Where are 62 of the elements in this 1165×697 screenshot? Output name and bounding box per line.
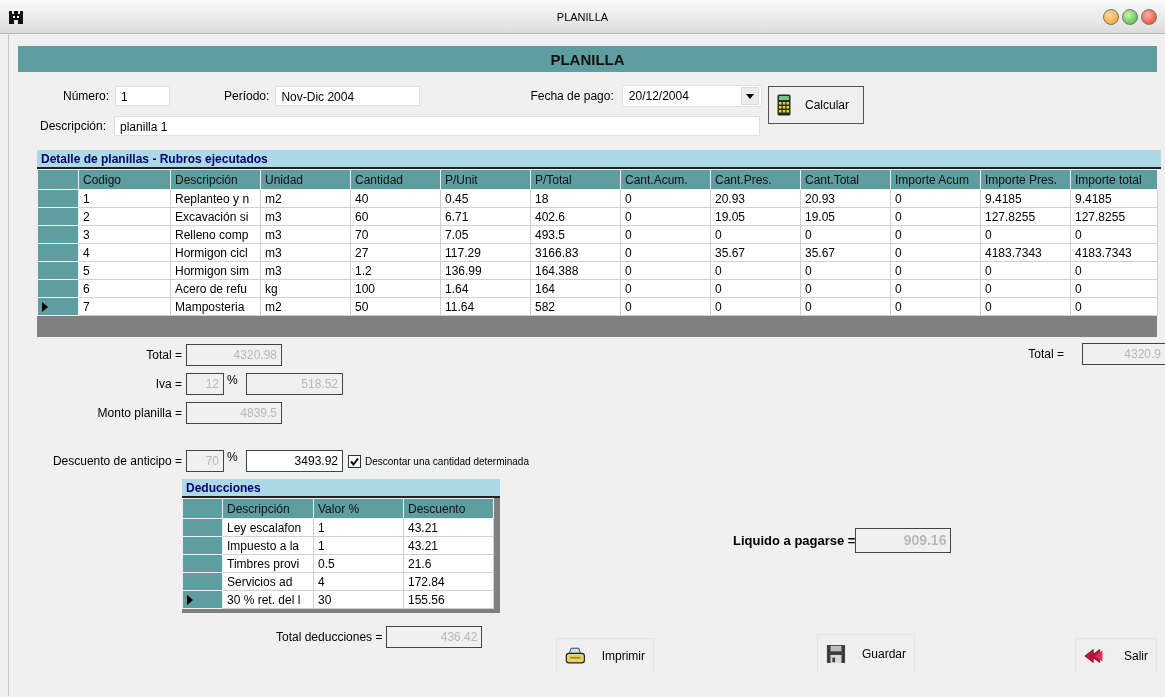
window-title: PLANILLA: [556, 10, 609, 23]
column-header[interactable]: Unidad: [260, 169, 351, 190]
column-header[interactable]: P/Total: [530, 169, 621, 190]
calcular-button[interactable]: Calcular: [768, 86, 864, 124]
field-label: Fecha de pago:: [530, 89, 614, 103]
field-label: Descuento de anticipo =: [51, 454, 183, 468]
input-field[interactable]: planilla 1: [114, 116, 761, 136]
input-field[interactable]: 3493.92: [246, 450, 343, 472]
column-header[interactable]: Cant.Acum.: [620, 169, 711, 190]
column-header[interactable]: Descuento: [403, 498, 494, 519]
input-field: 70: [186, 450, 224, 472]
castle-icon: [8, 8, 24, 25]
input-field: 4320.9: [1082, 343, 1165, 365]
field-label: Monto planilla =: [96, 406, 183, 420]
column-header[interactable]: Importe total: [1070, 169, 1158, 190]
calculator-icon: [777, 94, 791, 116]
input-field[interactable]: Nov-Dic 2004: [275, 86, 421, 106]
close-button[interactable]: [1141, 8, 1157, 25]
checkbox-label: Descontar una cantidad determinada: [365, 455, 529, 467]
form-title: PLANILLA: [550, 50, 625, 68]
input-field: 909.16: [855, 528, 952, 553]
column-header[interactable]: Importe Acum: [890, 169, 981, 190]
field-label: Total =: [1028, 347, 1064, 361]
row-header: [37, 169, 79, 190]
input-field: 12: [186, 373, 224, 395]
current-row-icon: [187, 595, 193, 606]
column-header[interactable]: Descripción: [170, 169, 261, 190]
checkbox[interactable]: [348, 454, 361, 468]
column-header[interactable]: Cant.Total: [800, 169, 891, 190]
section-title: Deducciones: [186, 480, 261, 495]
column-header[interactable]: Codigo: [78, 169, 171, 190]
section-title: Detalle de planillas - Rubros ejecutados: [41, 151, 268, 166]
date-dropdown[interactable]: 20/12/2004: [621, 85, 762, 107]
field-label: Total deducciones =: [276, 630, 384, 644]
input-field: 4320.98: [186, 344, 282, 366]
column-header[interactable]: Cantidad: [350, 169, 441, 190]
print-button[interactable]: Imprimir: [556, 638, 654, 672]
field-label: Liquido a pagarse =: [733, 533, 856, 548]
field-label: Período:: [224, 89, 270, 103]
percent-sign: %: [226, 373, 239, 387]
column-header[interactable]: Valor %: [313, 498, 404, 519]
input-field: 436.42: [386, 626, 483, 648]
column-header[interactable]: Descripción: [222, 498, 314, 519]
save-button[interactable]: Guardar: [817, 634, 915, 672]
minimize-button[interactable]: [1103, 8, 1119, 25]
column-header[interactable]: P/Unit: [440, 169, 531, 190]
field-label: Número:: [63, 89, 109, 103]
exit-button[interactable]: Salir: [1075, 638, 1157, 672]
column-header[interactable]: Cant.Pres.: [710, 169, 801, 190]
input-field: 518.52: [246, 373, 343, 395]
field-label: Descripción:: [40, 119, 107, 133]
input-field[interactable]: 1: [115, 86, 170, 106]
maximize-button[interactable]: [1122, 8, 1138, 25]
field-label: Total =: [145, 348, 183, 362]
input-field: 4839.5: [186, 402, 282, 424]
row-header: [182, 498, 223, 519]
caret-icon: [745, 93, 754, 99]
percent-sign: %: [226, 450, 239, 464]
column-header[interactable]: Importe Pres.: [980, 169, 1071, 190]
printer-icon: [565, 645, 586, 666]
check-icon: [350, 456, 359, 466]
field-label: Iva =: [154, 377, 183, 391]
